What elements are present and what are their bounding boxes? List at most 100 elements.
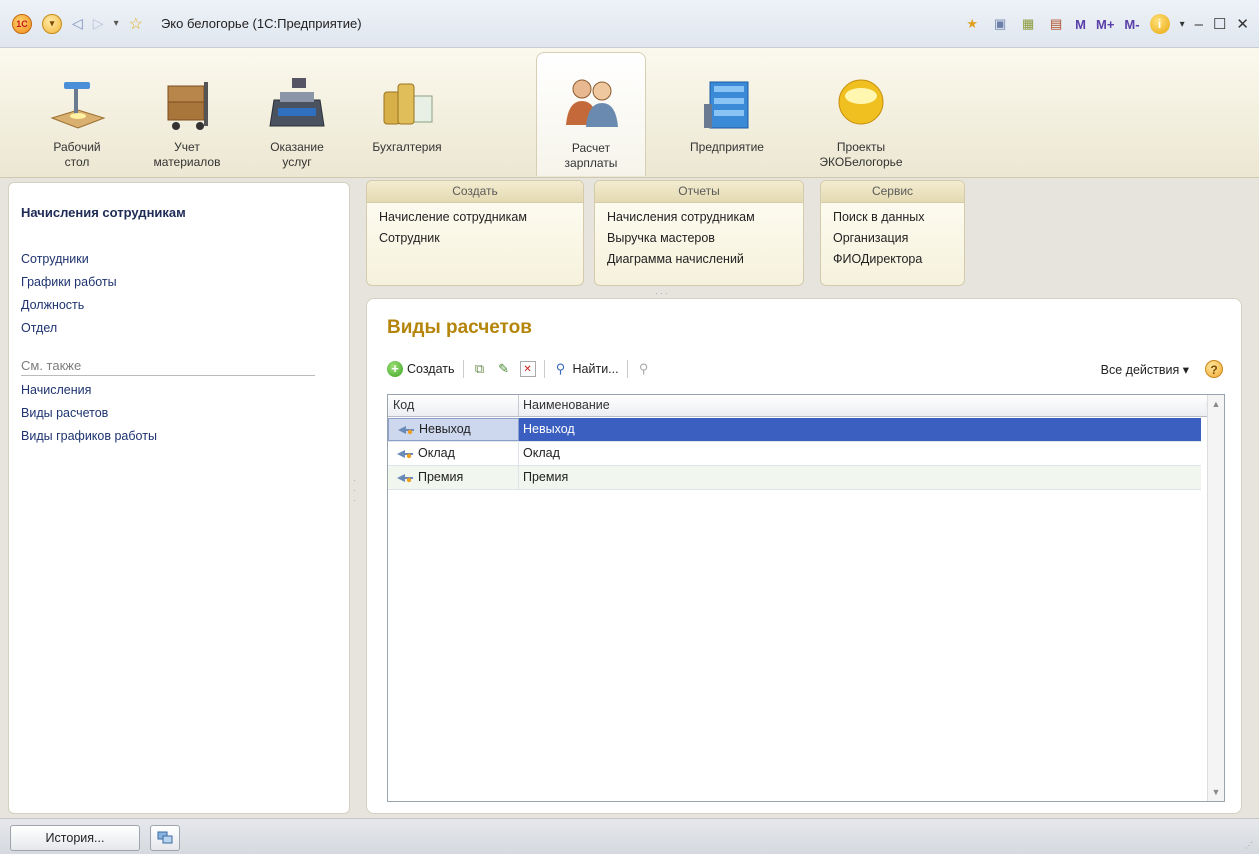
service-director-link[interactable]: ФИОДиректора	[821, 249, 964, 270]
favorite-star-icon[interactable]: ☆	[129, 14, 143, 34]
window-title: Эко белогорье (1С:Предприятие)	[160, 16, 362, 31]
section-desktop[interactable]: Рабочий стол	[22, 52, 132, 176]
create-group-header: Создать	[367, 181, 583, 203]
windows-icon	[157, 831, 173, 844]
calculation-type-icon	[398, 425, 414, 434]
plus-icon: +	[387, 361, 403, 377]
favorites-icon[interactable]: ★	[963, 15, 981, 33]
section-enterprise[interactable]: Предприятие	[672, 52, 782, 176]
forward-arrow-icon[interactable]: ▷	[93, 15, 104, 32]
close-button[interactable]: ✕	[1236, 15, 1249, 33]
see-also-header: См. также	[21, 358, 315, 376]
column-header-name[interactable]: Наименование ≜	[519, 395, 1224, 416]
delete-mark-icon[interactable]: ✕	[519, 361, 536, 377]
section-label: Расчет зарплаты	[564, 141, 618, 170]
toolbar-separator	[543, 360, 545, 378]
reports-group: Отчеты Начисления сотрудникам Выручка ма…	[594, 180, 804, 286]
navigation-panel: Начисления сотрудникам Сотрудники График…	[8, 182, 350, 814]
table-body: Невыход Невыход Оклад Оклад Премия Преми…	[388, 418, 1201, 490]
document-icon[interactable]: ▣	[991, 15, 1009, 33]
service-organization-link[interactable]: Организация	[821, 228, 964, 249]
service-group-header: Сервис	[821, 181, 964, 203]
nav-link-calculation-types[interactable]: Виды расчетов	[21, 402, 337, 425]
create-group: Создать Начисление сотрудникам Сотрудник	[366, 180, 584, 286]
panel-splitter[interactable]: · · ·	[353, 475, 356, 505]
nav-link-accruals[interactable]: Начисления	[21, 379, 337, 402]
section-accounting[interactable]: Бухгалтерия	[352, 52, 462, 176]
calculation-type-icon	[397, 449, 413, 458]
create-button[interactable]: + Создать	[387, 361, 455, 377]
cash-register-icon	[266, 74, 328, 132]
cell-code-text: Оклад	[418, 446, 455, 460]
nav-link-schedule-types[interactable]: Виды графиков работы	[21, 425, 337, 448]
minimize-button[interactable]: –	[1195, 16, 1203, 33]
back-arrow-icon[interactable]: ◁	[72, 15, 83, 32]
section-projects[interactable]: Проекты ЭКОБелогорье	[806, 52, 916, 176]
boxes-cart-icon	[156, 74, 218, 132]
form-toolbar: + Создать ⧉ ✎ ✕ ⚲ Найти... ⚲ Все действи…	[387, 357, 1227, 381]
section-payroll[interactable]: Расчет зарплаты	[536, 52, 646, 176]
memory-m-button[interactable]: M	[1075, 17, 1086, 32]
command-panel-splitter[interactable]: ···	[655, 288, 670, 298]
magnifier-icon: ⚲	[555, 361, 566, 376]
section-materials[interactable]: Учет материалов	[132, 52, 242, 176]
all-actions-menu[interactable]: Все действия ▾	[1101, 362, 1189, 377]
copy-icon[interactable]: ⧉	[472, 361, 488, 377]
info-dropdown-icon[interactable]: ▾	[1180, 19, 1185, 30]
nav-panel-title[interactable]: Начисления сотрудникам	[21, 205, 337, 220]
cell-name[interactable]: Премия	[519, 466, 1201, 489]
section-label: Оказание услуг	[270, 140, 324, 169]
nav-link-work-schedules[interactable]: Графики работы	[21, 271, 337, 294]
vertical-scrollbar[interactable]: ▲ ▼	[1207, 395, 1224, 801]
info-icon[interactable]: i	[1149, 14, 1170, 34]
scroll-down-icon[interactable]: ▼	[1208, 787, 1224, 797]
calculator-icon[interactable]: ▦	[1019, 15, 1037, 33]
reports-group-header: Отчеты	[595, 181, 803, 203]
cell-code[interactable]: Оклад	[388, 442, 519, 465]
service-search-link[interactable]: Поиск в данных	[821, 207, 964, 228]
scroll-up-icon[interactable]: ▲	[1208, 399, 1224, 409]
create-button-label: Создать	[407, 362, 455, 376]
section-label: Бухгалтерия	[372, 140, 442, 154]
cell-name[interactable]: Невыход	[519, 418, 1201, 441]
app-logo-icon[interactable]: 1С	[12, 13, 32, 34]
cell-code[interactable]: Невыход	[388, 418, 519, 441]
help-icon[interactable]: ?	[1205, 360, 1223, 378]
list-form: Виды расчетов + Создать ⧉ ✎ ✕ ⚲ Найти...…	[366, 298, 1242, 814]
windows-list-button[interactable]	[150, 825, 180, 851]
column-header-code[interactable]: Код	[388, 395, 519, 416]
cell-code-text: Невыход	[419, 422, 471, 436]
table-row[interactable]: Невыход Невыход	[388, 418, 1201, 442]
table-row[interactable]: Оклад Оклад	[388, 442, 1201, 466]
main-menu-button[interactable]: ▾	[42, 13, 62, 34]
table-row[interactable]: Премия Премия	[388, 466, 1201, 490]
cell-name[interactable]: Оклад	[519, 442, 1201, 465]
maximize-button[interactable]: ☐	[1213, 15, 1226, 33]
create-accrual-link[interactable]: Начисление сотрудникам	[367, 207, 583, 228]
title-bar: 1С ▾ ◁ ▷ ▾ ☆ Эко белогорье (1С:Предприят…	[0, 0, 1259, 48]
nav-link-department[interactable]: Отдел	[21, 317, 337, 340]
service-group: Сервис Поиск в данных Организация ФИОДир…	[820, 180, 965, 286]
history-dropdown-icon[interactable]: ▾	[114, 18, 119, 29]
memory-minus-button[interactable]: M-	[1124, 17, 1139, 32]
cell-code[interactable]: Премия	[388, 466, 519, 489]
nav-link-employees[interactable]: Сотрудники	[21, 248, 337, 271]
status-bar: История... ⋰	[0, 818, 1259, 854]
cancel-search-icon[interactable]: ⚲	[636, 361, 652, 377]
section-services[interactable]: Оказание услуг	[242, 52, 352, 176]
create-employee-link[interactable]: Сотрудник	[367, 228, 583, 249]
memory-plus-button[interactable]: M+	[1096, 17, 1114, 32]
report-masters-revenue-link[interactable]: Выручка мастеров	[595, 228, 803, 249]
yellow-circle-icon	[830, 74, 892, 132]
report-accruals-chart-link[interactable]: Диаграмма начислений	[595, 249, 803, 270]
calendar-icon[interactable]: ▤	[1047, 15, 1065, 33]
resize-grip-icon[interactable]: ⋰	[1245, 841, 1253, 850]
report-accruals-link[interactable]: Начисления сотрудникам	[595, 207, 803, 228]
section-label: Предприятие	[690, 140, 764, 154]
history-button[interactable]: История...	[10, 825, 140, 851]
find-button[interactable]: ⚲ Найти...	[553, 361, 619, 377]
nav-link-position[interactable]: Должность	[21, 294, 337, 317]
section-label: Учет материалов	[153, 140, 221, 169]
find-button-label: Найти...	[572, 362, 619, 376]
edit-pencil-icon[interactable]: ✎	[496, 361, 512, 377]
